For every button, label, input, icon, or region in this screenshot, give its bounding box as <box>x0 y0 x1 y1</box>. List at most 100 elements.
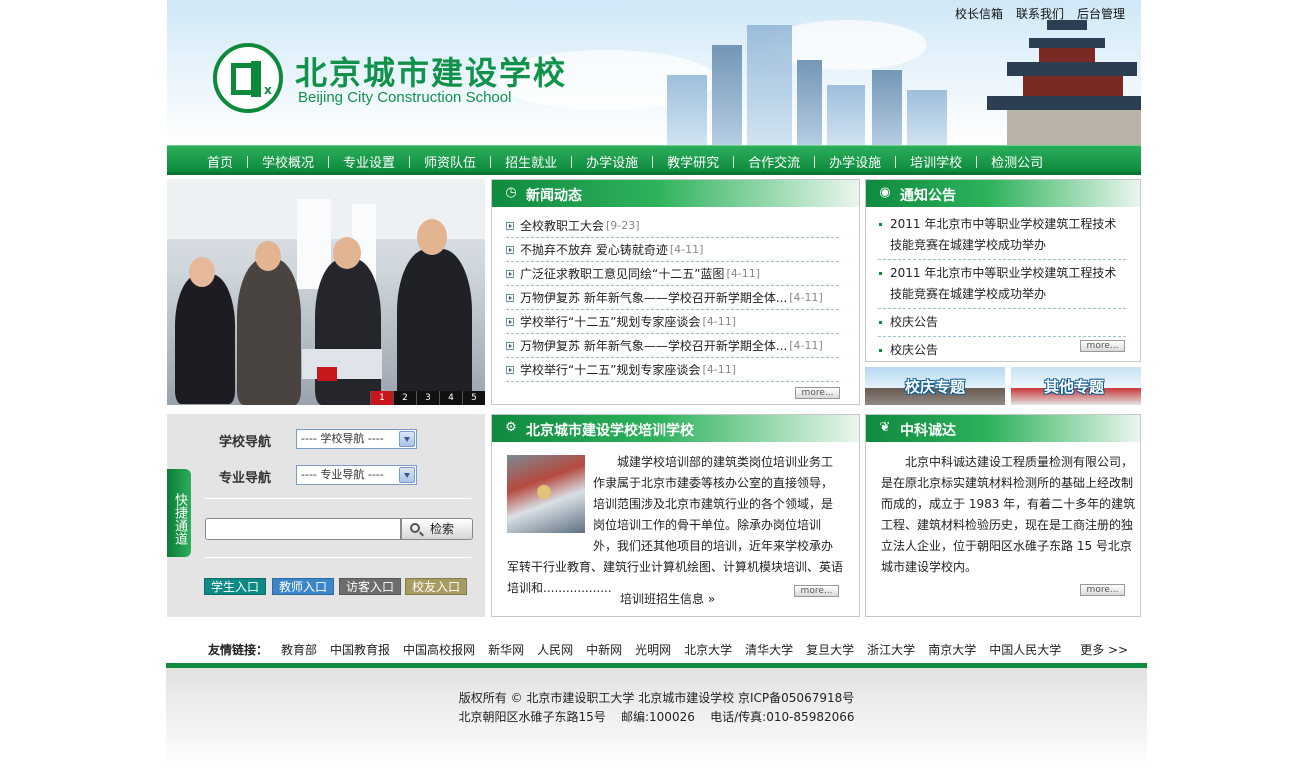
friend-links-label: 友情链接： <box>208 643 269 657</box>
arrow-bullet-icon <box>506 341 514 350</box>
news-item[interactable]: 学校举行“十二五”规划专家座谈会 [4-11] <box>506 310 839 334</box>
notice-more-button[interactable]: more... <box>1080 340 1125 352</box>
friend-links-more[interactable]: 更多 >> <box>1080 641 1128 658</box>
training-title: 北京城市建设学校培训学校 <box>526 423 694 439</box>
news-item[interactable]: 不抛弃不放弃 爱心铸就奇迹 [4-11] <box>506 238 839 262</box>
arrow-bullet-icon <box>506 269 514 278</box>
major-nav-select[interactable]: ---- 专业导航 ---- <box>296 465 417 485</box>
notice-title: 通知公告 <box>900 188 956 204</box>
news-item[interactable]: 万物伊复苏 新年新气象——学校召开新学期全体... [4-11] <box>506 286 839 310</box>
training-school-panel: ⚙ 北京城市建设学校培训学校 城建学校培训部的建筑类岗位培训业务工作隶属于北京市… <box>491 414 860 617</box>
nav-training-school[interactable]: 培训学校 <box>910 152 962 171</box>
double-chevron-right-icon: » <box>707 592 716 606</box>
arrow-bullet-icon <box>506 365 514 374</box>
quick-access-tab: 快捷通道 <box>167 469 191 557</box>
search-button[interactable]: 检索 <box>401 518 473 540</box>
news-panel: ◷ 新闻动态 全校教职工大会 [9-23] 不抛弃不放弃 爱心铸就奇迹 [4-11]… <box>491 179 860 405</box>
footer-copyright: 版权所有 © 北京市建设职工大学 北京城市建设学校 京ICP备05067918号 <box>458 691 855 705</box>
slide-dot-1[interactable]: 1 <box>370 391 393 405</box>
notice-item[interactable]: 2011 年北京市中等职业学校建筑工程技术技能竞赛在城建学校成功举办 <box>878 211 1126 260</box>
school-nav-select[interactable]: ---- 学校导航 ---- <box>296 429 417 449</box>
friend-link[interactable]: 北京大学 <box>684 641 732 658</box>
news-title: 新闻动态 <box>526 188 582 204</box>
main-nav: 首页 学校概况 专业设置 师资队伍 招生就业 办学设施 教学研究 合作交流 办学… <box>167 145 1141 175</box>
visitor-entry-button[interactable]: 访客入口 <box>339 578 401 595</box>
search-icon <box>410 523 420 533</box>
nav-about[interactable]: 学校概况 <box>262 152 314 171</box>
friend-link[interactable]: 新华网 <box>488 641 524 658</box>
friend-link[interactable]: 复旦大学 <box>806 641 854 658</box>
nav-facilities[interactable]: 办学设施 <box>586 152 638 171</box>
zhongke-title: 中科诚达 <box>900 423 956 439</box>
gear-icon: ⚙ <box>505 420 517 435</box>
notice-item[interactable]: 2011 年北京市中等职业学校建筑工程技术技能竞赛在城建学校成功举办 <box>878 260 1126 309</box>
clock-icon: ◷ <box>505 185 517 200</box>
notice-item[interactable]: 校庆公告 <box>878 309 1126 337</box>
notice-panel: ◉ 通知公告 2011 年北京市中等职业学校建筑工程技术技能竞赛在城建学校成功举… <box>865 179 1141 362</box>
teacher-entry-button[interactable]: 教师入口 <box>272 578 334 595</box>
training-photo <box>507 455 585 533</box>
nav-admissions[interactable]: 招生就业 <box>505 152 557 171</box>
footer: 版权所有 © 北京市建设职工大学 北京城市建设学校 京ICP备05067918号… <box>166 663 1147 768</box>
top-link-contact[interactable]: 联系我们 <box>1016 5 1064 22</box>
news-item[interactable]: 全校教职工大会 [9-23] <box>506 214 839 238</box>
top-link-admin[interactable]: 后台管理 <box>1077 5 1125 22</box>
news-item[interactable]: 学校举行“十二五”规划专家座谈会 [4-11] <box>506 358 839 382</box>
divider <box>205 557 471 558</box>
arrow-bullet-icon <box>506 245 514 254</box>
friend-link[interactable]: 中新网 <box>586 641 622 658</box>
footer-address: 北京朝阳区水碓子东路15号 邮编:100026 电话/传真:010-859820… <box>458 710 855 724</box>
training-enrollment-link[interactable]: 培训班招生信息 » <box>620 590 715 607</box>
chevron-down-icon <box>399 467 415 483</box>
slide-dot-2[interactable]: 2 <box>393 391 416 405</box>
quick-access-panel: 快捷通道 学校导航 ---- 学校导航 ---- 专业导航 ---- 专业导航 … <box>167 414 485 617</box>
slide-dot-3[interactable]: 3 <box>416 391 439 405</box>
nav-facilities-2[interactable]: 办学设施 <box>829 152 881 171</box>
school-logo-icon: x <box>213 43 283 113</box>
slide-dot-4[interactable]: 4 <box>439 391 462 405</box>
nav-research[interactable]: 教学研究 <box>667 152 719 171</box>
leaf-icon: ❦ <box>879 420 891 435</box>
anniversary-banner[interactable]: 校庆专题 <box>865 367 1005 405</box>
news-item[interactable]: 万物伊复苏 新年新气象——学校召开新学期全体... [4-11] <box>506 334 839 358</box>
news-item[interactable]: 广泛征求教职工意见同绘“十二五”蓝图 [4-11] <box>506 262 839 286</box>
friend-links: 友情链接： 教育部 中国教育报 中国高校报网 新华网 人民网 中新网 光明网 北… <box>167 641 1141 658</box>
zhongke-description: 北京中科诚达建设工程质量检测有限公司，是在原北京标实建筑材料检测所的基础上经改制… <box>881 455 1136 574</box>
nav-home[interactable]: 首页 <box>207 152 233 171</box>
divider <box>205 498 471 499</box>
nav-faculty[interactable]: 师资队伍 <box>424 152 476 171</box>
friend-link[interactable]: 人民网 <box>537 641 573 658</box>
friend-link[interactable]: 教育部 <box>281 641 317 658</box>
major-nav-label: 专业导航 <box>219 471 272 486</box>
friend-link[interactable]: 清华大学 <box>745 641 793 658</box>
arrow-bullet-icon <box>506 221 514 230</box>
search-input[interactable] <box>205 518 401 540</box>
rss-icon: ◉ <box>879 185 891 200</box>
nav-testing-company[interactable]: 检测公司 <box>991 152 1043 171</box>
nav-cooperation[interactable]: 合作交流 <box>748 152 800 171</box>
alumni-entry-button[interactable]: 校友入口 <box>405 578 467 595</box>
slideshow-pager: 1 2 3 4 5 <box>370 391 485 405</box>
training-more-button[interactable]: more... <box>794 585 839 597</box>
header-banner: 校长信箱 联系我们 后台管理 x 北京城市建设学校 Beijing City C… <box>167 0 1141 145</box>
friend-link[interactable]: 中国高校报网 <box>403 641 475 658</box>
top-link-principal-mailbox[interactable]: 校长信箱 <box>955 5 1003 22</box>
friend-link[interactable]: 中国教育报 <box>330 641 390 658</box>
nav-majors[interactable]: 专业设置 <box>343 152 395 171</box>
school-nav-label: 学校导航 <box>219 435 272 450</box>
training-description: 城建学校培训部的建筑类岗位培训业务工作隶属于北京市建委等核办公室的直接领导，培训… <box>507 455 844 595</box>
other-topics-banner[interactable]: 其他专题 <box>1011 367 1141 405</box>
friend-link[interactable]: 南京大学 <box>928 641 976 658</box>
friend-link[interactable]: 光明网 <box>635 641 671 658</box>
zhongke-panel: ❦ 中科诚达 北京中科诚达建设工程质量检测有限公司，是在原北京标实建筑材料检测所… <box>865 414 1141 617</box>
slide-dot-5[interactable]: 5 <box>462 391 485 405</box>
friend-link[interactable]: 中国人民大学 <box>989 641 1061 658</box>
chevron-down-icon <box>399 431 415 447</box>
arrow-bullet-icon <box>506 317 514 326</box>
news-more-button[interactable]: more... <box>795 387 840 399</box>
friend-link[interactable]: 浙江大学 <box>867 641 915 658</box>
news-photo-slideshow[interactable]: 1 2 3 4 5 <box>167 179 485 405</box>
student-entry-button[interactable]: 学生入口 <box>204 578 266 595</box>
top-links: 校长信箱 联系我们 后台管理 <box>955 5 1125 22</box>
zhongke-more-button[interactable]: more... <box>1080 584 1125 596</box>
